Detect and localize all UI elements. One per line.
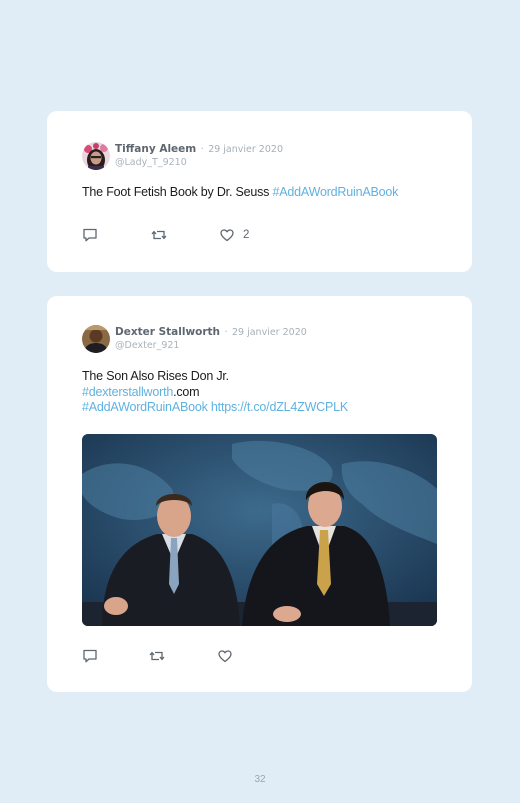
author-name[interactable]: Tiffany Aleem — [115, 143, 196, 155]
page-number: 32 — [254, 774, 266, 785]
author-handle[interactable]: @Dexter_921 — [115, 339, 307, 352]
retweet-icon — [151, 227, 167, 243]
hashtag-link[interactable]: #dexterstallworth — [82, 385, 173, 399]
like-button[interactable] — [217, 648, 233, 664]
tweet-actions — [82, 648, 233, 664]
tweet-actions: 2 — [82, 227, 249, 243]
like-icon — [219, 227, 235, 243]
tweet-card: Dexter Stallworth · 29 janvier 2020 @Dex… — [47, 296, 472, 692]
tweet-header: Tiffany Aleem · 29 janvier 2020 @Lady_T_… — [82, 141, 283, 170]
reply-icon — [82, 227, 98, 243]
tweet-date[interactable]: 29 janvier 2020 — [208, 144, 283, 155]
author-handle[interactable]: @Lady_T_9210 — [115, 156, 283, 169]
hashtag-link[interactable]: #AddAWordRuinABook https://t.co/dZL4ZWCP… — [82, 400, 348, 414]
separator-dot: · — [224, 327, 228, 338]
tweet-header: Dexter Stallworth · 29 janvier 2020 @Dex… — [82, 324, 307, 353]
tweet-text-plain: The Foot Fetish Book by Dr. Seuss — [82, 185, 273, 199]
avatar[interactable] — [82, 142, 110, 170]
retweet-button[interactable] — [149, 648, 217, 664]
like-icon — [217, 648, 233, 664]
reply-icon — [82, 648, 98, 664]
author-name[interactable]: Dexter Stallworth — [115, 326, 220, 338]
retweet-icon — [149, 648, 165, 664]
retweet-button[interactable] — [151, 227, 219, 243]
tweet-media-image[interactable] — [82, 434, 437, 626]
like-count: 2 — [243, 229, 250, 241]
tweet-date[interactable]: 29 janvier 2020 — [232, 327, 307, 338]
reply-button[interactable] — [82, 227, 151, 243]
reply-button[interactable] — [82, 648, 149, 664]
tweet-card: Tiffany Aleem · 29 janvier 2020 @Lady_T_… — [47, 111, 472, 272]
separator-dot: · — [200, 144, 204, 155]
hashtag-link[interactable]: #AddAWordRuinABook — [273, 185, 399, 199]
tweet-text-line: The Son Also Rises Don Jr. — [82, 369, 229, 383]
tweet-text-plain: .com — [173, 384, 200, 399]
tweet-text: The Foot Fetish Book by Dr. Seuss #AddAW… — [82, 185, 398, 201]
like-button[interactable]: 2 — [219, 227, 249, 243]
avatar[interactable] — [82, 325, 110, 353]
tweet-text: The Son Also Rises Don Jr. #dexterstallw… — [82, 369, 348, 416]
